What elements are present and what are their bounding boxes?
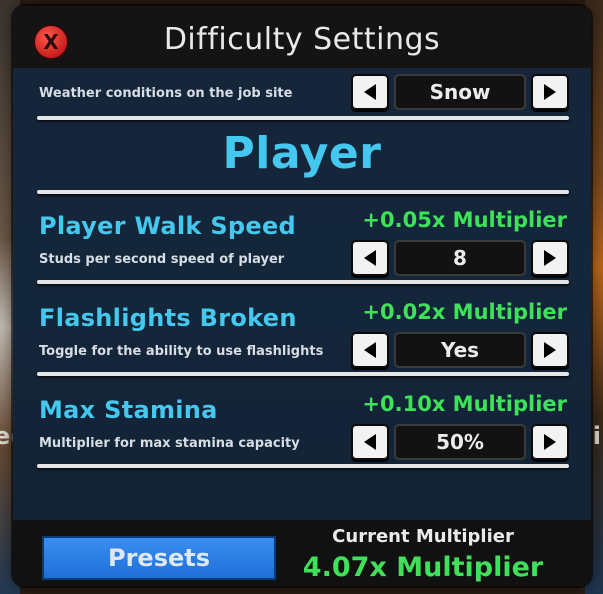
- difficulty-settings-panel: X Difficulty Settings Weather conditions…: [13, 6, 591, 586]
- flashlights-prev-button[interactable]: [351, 332, 389, 368]
- walk-speed-increase-button[interactable]: [531, 240, 569, 276]
- arrow-left-icon: [364, 84, 376, 100]
- max-stamina-increase-button[interactable]: [531, 424, 569, 460]
- flashlights-next-button[interactable]: [531, 332, 569, 368]
- presets-button[interactable]: Presets: [42, 536, 276, 580]
- max-stamina-value: 50%: [394, 424, 526, 460]
- current-multiplier-label: Current Multiplier: [332, 526, 514, 547]
- divider: [37, 464, 569, 468]
- setting-name-flashlights-broken: Flashlights Broken: [39, 304, 297, 332]
- flashlights-value: Yes: [394, 332, 526, 368]
- walk-speed-value: 8: [394, 240, 526, 276]
- footer-bar: Presets Current Multiplier 4.07x Multipl…: [13, 520, 591, 586]
- divider: [37, 116, 569, 120]
- max-stamina-decrease-button[interactable]: [351, 424, 389, 460]
- title-bar: X Difficulty Settings: [13, 6, 591, 68]
- weather-next-button[interactable]: [531, 74, 569, 110]
- setting-multiplier-walk-speed: +0.05x Multiplier: [362, 208, 567, 232]
- arrow-left-icon: [364, 250, 376, 266]
- settings-scroll-area[interactable]: Weather conditions on the job site Snow …: [13, 68, 591, 520]
- arrow-right-icon: [544, 342, 556, 358]
- arrow-right-icon: [544, 250, 556, 266]
- setting-description-max-stamina: Multiplier for max stamina capacity: [39, 436, 300, 451]
- window-title: Difficulty Settings: [163, 22, 441, 57]
- weather-description: Weather conditions on the job site: [39, 86, 293, 101]
- arrow-right-icon: [544, 434, 556, 450]
- weather-value: Snow: [394, 74, 526, 110]
- setting-name-max-stamina: Max Stamina: [39, 396, 218, 424]
- section-title: Player: [222, 128, 382, 179]
- setting-multiplier-max-stamina: +0.10x Multiplier: [362, 392, 567, 416]
- arrow-left-icon: [364, 434, 376, 450]
- divider: [37, 372, 569, 376]
- divider: [37, 280, 569, 284]
- setting-description-flashlights-broken: Toggle for the ability to use flashlight…: [39, 344, 324, 359]
- setting-description-walk-speed: Studs per second speed of player: [39, 252, 285, 267]
- background-text-right: i: [592, 422, 601, 450]
- weather-prev-button[interactable]: [351, 74, 389, 110]
- divider: [37, 190, 569, 194]
- current-multiplier-value: 4.07x Multiplier: [302, 552, 544, 583]
- setting-name-walk-speed: Player Walk Speed: [39, 212, 297, 240]
- walk-speed-decrease-button[interactable]: [351, 240, 389, 276]
- arrow-left-icon: [364, 342, 376, 358]
- setting-multiplier-flashlights-broken: +0.02x Multiplier: [362, 300, 567, 324]
- arrow-right-icon: [544, 84, 556, 100]
